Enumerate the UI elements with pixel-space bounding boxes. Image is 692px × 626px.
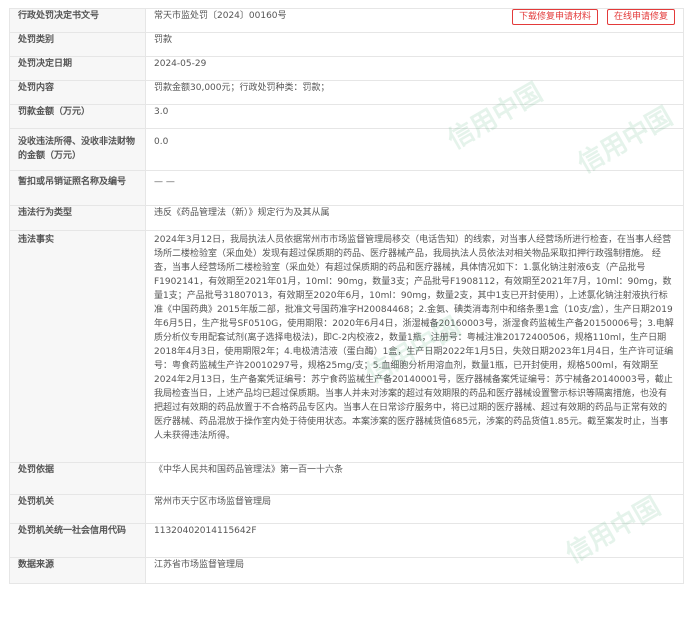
penalty-basis-label: 处罚依据 [9, 462, 146, 495]
violation-facts-value: 2024年3月12日，我局执法人员依据常州市市场监督管理局移交（电话告知）的线索… [145, 230, 684, 463]
download-repair-materials-button[interactable]: 下载修复申请材料 [511, 9, 598, 25]
license-revoked-label: 暂扣或吊销证照名称及编号 [9, 170, 146, 206]
violation-type-label: 违法行为类型 [9, 205, 146, 231]
row-license-revoked: 暂扣或吊销证照名称及编号 — — [9, 170, 684, 206]
row-fine-amount: 罚款金额（万元） 3.0 [9, 104, 684, 129]
row-penalty-type: 处罚类别 罚款 [9, 32, 684, 57]
doc-number-label: 行政处罚决定书文号 [9, 8, 146, 33]
penalty-content-value: 罚款金额30,000元；行政处罚种类：罚款； [145, 80, 684, 105]
authority-credit-code-label: 处罚机关统一社会信用代码 [9, 523, 146, 558]
row-doc-number: 行政处罚决定书文号 在线申请修复 下载修复申请材料 常天市监处罚〔2024〕00… [9, 8, 684, 33]
fine-amount-label: 罚款金额（万元） [9, 104, 146, 129]
confiscated-amount-label: 没收违法所得、没收非法财物的金额（万元） [9, 128, 146, 171]
row-confiscated-amount: 没收违法所得、没收非法财物的金额（万元） 0.0 [9, 128, 684, 171]
fine-amount-value: 3.0 [145, 104, 684, 129]
violation-type-value: 违反《药品管理法（新）》规定行为及其从属 [145, 205, 684, 231]
penalty-basis-value: 《中华人民共和国药品管理法》第一百一十六条 [145, 462, 684, 495]
penalty-type-value: 罚款 [145, 32, 684, 57]
row-penalty-basis: 处罚依据 《中华人民共和国药品管理法》第一百一十六条 [9, 462, 684, 495]
row-decision-date: 处罚决定日期 2024-05-29 [9, 56, 684, 81]
penalty-detail-page: 行政处罚决定书文号 在线申请修复 下载修复申请材料 常天市监处罚〔2024〕00… [0, 0, 692, 626]
row-violation-facts: 违法事实 2024年3月12日，我局执法人员依据常州市市场监督管理局移交（电话告… [9, 230, 684, 463]
data-source-label: 数据来源 [9, 557, 146, 584]
decision-date-label: 处罚决定日期 [9, 56, 146, 81]
row-authority-credit-code: 处罚机关统一社会信用代码 11320402014115642F [9, 523, 684, 558]
violation-facts-label: 违法事实 [9, 230, 146, 463]
authority-credit-code-value: 11320402014115642F [145, 523, 684, 558]
penalty-authority-label: 处罚机关 [9, 494, 146, 524]
license-revoked-value: — — [145, 170, 684, 206]
row-penalty-content: 处罚内容 罚款金额30,000元；行政处罚种类：罚款； [9, 80, 684, 105]
penalty-authority-value: 常州市天宁区市场监督管理局 [145, 494, 684, 524]
doc-number-cell: 在线申请修复 下载修复申请材料 常天市监处罚〔2024〕00160号 [145, 8, 684, 33]
row-violation-type: 违法行为类型 违反《药品管理法（新）》规定行为及其从属 [9, 205, 684, 231]
row-penalty-authority: 处罚机关 常州市天宁区市场监督管理局 [9, 494, 684, 524]
doc-number-value: 常天市监处罚〔2024〕00160号 [154, 11, 287, 21]
penalty-detail-table: 行政处罚决定书文号 在线申请修复 下载修复申请材料 常天市监处罚〔2024〕00… [9, 8, 684, 584]
penalty-content-label: 处罚内容 [9, 80, 146, 105]
online-repair-button[interactable]: 在线申请修复 [606, 9, 675, 25]
decision-date-value: 2024-05-29 [145, 56, 684, 81]
data-source-value: 江苏省市场监督管理局 [145, 557, 684, 584]
row-data-source: 数据来源 江苏省市场监督管理局 [9, 557, 684, 584]
confiscated-amount-value: 0.0 [145, 128, 684, 171]
penalty-type-label: 处罚类别 [9, 32, 146, 57]
